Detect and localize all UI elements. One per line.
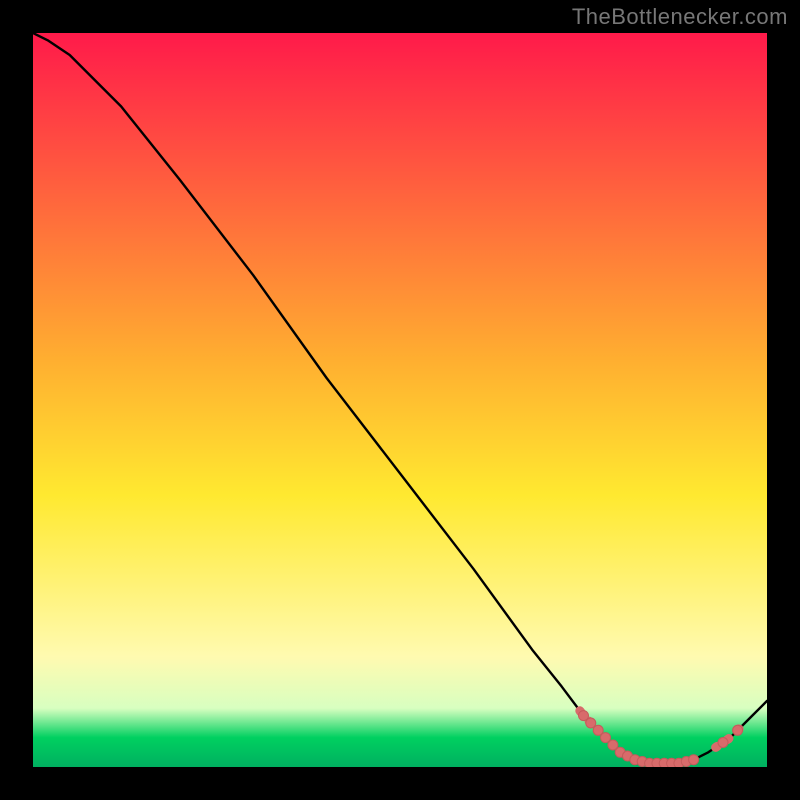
- data-point: [733, 725, 743, 735]
- watermark-text: TheBottlenecker.com: [572, 4, 788, 30]
- data-point: [718, 738, 728, 748]
- bottleneck-curve: [33, 33, 767, 763]
- data-points: [579, 711, 743, 767]
- data-point: [689, 755, 699, 765]
- data-point: [601, 733, 611, 743]
- chart-frame: TheBottlenecker.com: [0, 0, 800, 800]
- plot-area: [33, 33, 767, 767]
- curve-overlay: [33, 33, 767, 767]
